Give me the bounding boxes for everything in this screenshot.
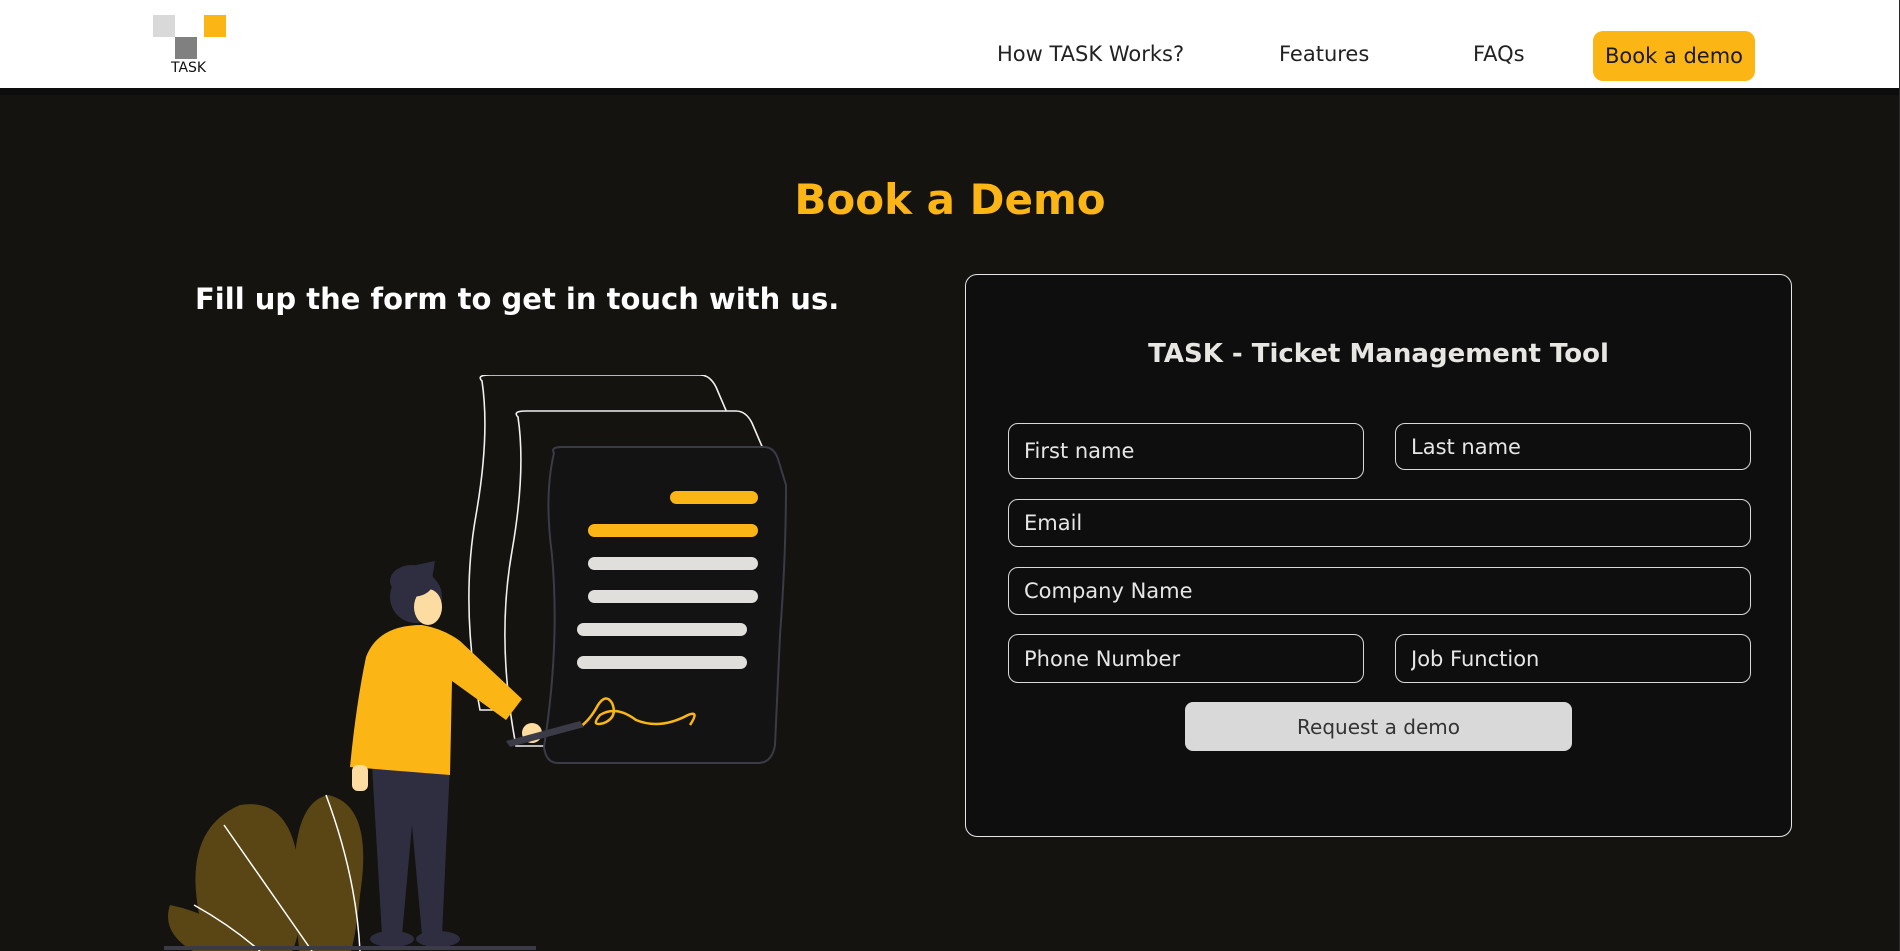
logo-wordmark[interactable]: TASK: [171, 60, 206, 76]
person-signing-document-illustration: [164, 375, 788, 951]
form-title: TASK - Ticket Management Tool: [1148, 339, 1609, 369]
job-function-input[interactable]: [1395, 634, 1751, 683]
top-navbar: TASK How TASK Works? Features FAQs Book …: [0, 0, 1900, 95]
demo-request-form: TASK - Ticket Management Tool Request a …: [965, 274, 1792, 837]
nav-link-how-it-works[interactable]: How TASK Works?: [997, 42, 1184, 66]
company-name-input[interactable]: [1008, 567, 1751, 615]
email-input[interactable]: [1008, 499, 1751, 547]
form-intro-text: Fill up the form to get in touch with us…: [195, 282, 840, 316]
page-title: Book a Demo: [794, 175, 1106, 224]
last-name-input[interactable]: [1395, 423, 1751, 470]
phone-number-input[interactable]: [1008, 634, 1364, 683]
nav-link-faqs[interactable]: FAQs: [1473, 42, 1525, 66]
first-name-input[interactable]: [1008, 423, 1364, 479]
book-demo-nav-button[interactable]: Book a demo: [1593, 31, 1755, 81]
nav-link-features[interactable]: Features: [1279, 42, 1369, 66]
request-demo-button[interactable]: Request a demo: [1185, 702, 1572, 751]
